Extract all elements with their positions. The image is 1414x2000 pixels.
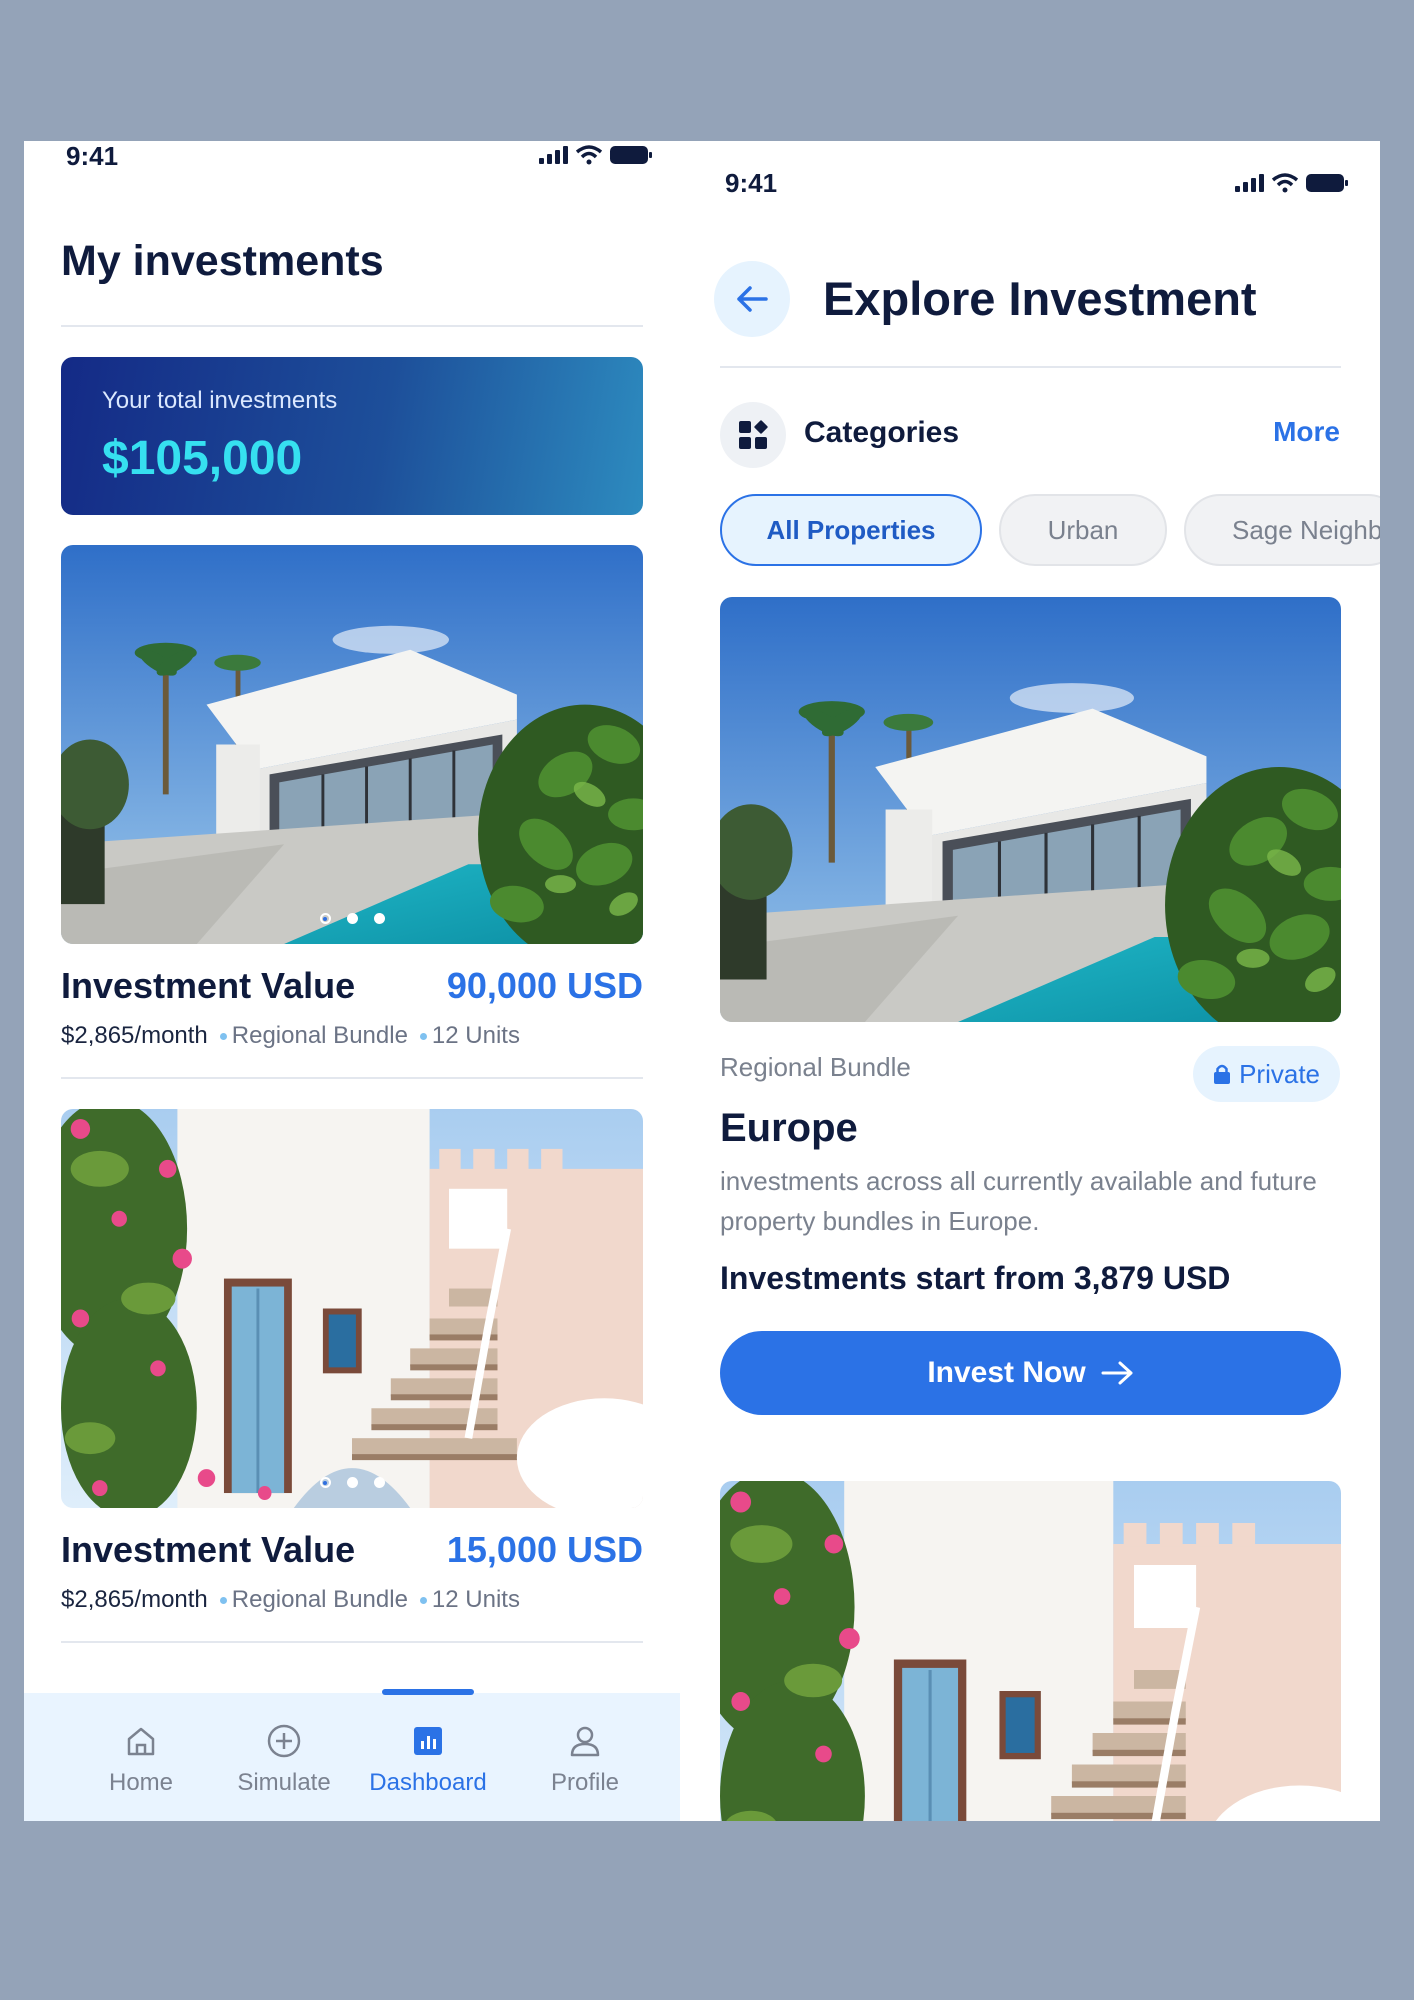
investment-value: 90,000 USD — [446, 965, 643, 1006]
carousel-dots — [61, 1477, 643, 1488]
back-button[interactable] — [714, 261, 790, 337]
bullet — [219, 1596, 227, 1604]
tab-label: Dashboard — [369, 1769, 487, 1796]
property-photo-villa[interactable] — [61, 545, 643, 944]
investment-title: Investment Value — [61, 1529, 356, 1570]
invest-now-label: Invest Now — [927, 1356, 1086, 1389]
page-title: My investments — [61, 237, 384, 285]
bundle-label: Regional Bundle — [231, 1022, 408, 1049]
tab-label: Profile — [550, 1769, 620, 1796]
plus-circle-icon — [266, 1723, 302, 1759]
arrow-left-icon — [737, 286, 768, 312]
region-name: Europe — [720, 1106, 858, 1150]
region-description: investments across all currently availab… — [720, 1166, 1317, 1236]
carousel-dot[interactable] — [373, 1477, 385, 1488]
explore-investment-screen: 9:41 Explore Investment Categories More … — [680, 141, 1380, 1821]
bar-chart-icon — [410, 1723, 446, 1759]
property-photo-mediterranean[interactable] — [720, 1481, 1341, 1821]
chip-all-properties[interactable]: All Properties — [720, 494, 982, 566]
investment-meta: $2,865/month Regional Bundle 12 Units — [61, 1586, 520, 1614]
divider — [61, 1077, 643, 1079]
status-bar: 9:41 — [680, 141, 1380, 198]
property-photo-mediterranean[interactable] — [61, 1109, 643, 1508]
carousel-dots — [61, 913, 643, 924]
units-label: 12 Units — [431, 1022, 520, 1049]
carousel-dot[interactable] — [346, 913, 358, 924]
total-value: $105,000 — [102, 432, 303, 485]
status-bar: 9:41 — [24, 141, 680, 181]
invest-now-button[interactable]: Invest Now — [720, 1331, 1341, 1415]
investment-meta: $2,865/month Regional Bundle 12 Units — [61, 1022, 520, 1050]
battery-icon — [1306, 174, 1348, 192]
private-badge: Private — [1193, 1046, 1340, 1102]
status-time: 9:41 — [725, 168, 778, 198]
categories-icon — [720, 402, 786, 468]
bundle-type: Regional Bundle — [720, 1052, 911, 1082]
categories-label: Categories — [804, 416, 960, 449]
home-icon — [123, 1723, 159, 1759]
investment-title: Investment Value — [61, 965, 356, 1006]
battery-icon — [610, 146, 652, 164]
divider — [61, 325, 643, 327]
monthly-amount: $2,865/month — [61, 1586, 208, 1613]
carousel-dot[interactable] — [373, 913, 385, 924]
chip-sage-neighborhood[interactable]: Sage Neighb — [1184, 494, 1380, 566]
wifi-icon — [1272, 173, 1298, 193]
status-time: 9:41 — [66, 141, 119, 171]
chip-urban[interactable]: Urban — [999, 494, 1167, 566]
tab-simulate[interactable]: Simulate — [219, 1693, 349, 1821]
page-title: Explore Investment — [823, 272, 1257, 325]
carousel-dot[interactable] — [319, 913, 331, 924]
tab-dashboard[interactable]: Dashboard — [363, 1693, 493, 1821]
bullet — [219, 1032, 227, 1040]
tab-profile[interactable]: Profile — [520, 1693, 650, 1821]
tab-label: Home — [108, 1769, 174, 1796]
divider — [720, 366, 1341, 368]
arrow-right-icon — [1101, 1361, 1133, 1385]
starting-price: Investments start from 3,879 USD — [720, 1260, 1231, 1296]
investment-value: 15,000 USD — [446, 1529, 643, 1570]
total-label: Your total investments — [102, 387, 338, 414]
property-photo-villa[interactable] — [720, 597, 1341, 1022]
carousel-dot[interactable] — [319, 1477, 331, 1488]
total-investments-card: Your total investments $105,000 — [61, 357, 643, 515]
units-label: 12 Units — [431, 1586, 520, 1613]
private-label: Private — [1239, 1058, 1320, 1089]
lock-icon — [1214, 1064, 1231, 1084]
monthly-amount: $2,865/month — [61, 1022, 208, 1049]
my-investments-screen: 9:41 My investments Your total investmen… — [24, 141, 680, 1821]
user-icon — [567, 1723, 603, 1759]
divider — [61, 1641, 643, 1643]
carousel-dot[interactable] — [346, 1477, 358, 1488]
cellular-signal-icon — [539, 146, 568, 164]
bottom-tab-bar: Home Simulate Dashboard Profile — [24, 1689, 680, 1821]
tab-home[interactable]: Home — [76, 1693, 206, 1821]
bullet — [419, 1032, 427, 1040]
cellular-signal-icon — [1235, 174, 1264, 192]
bullet — [419, 1596, 427, 1604]
wifi-icon — [576, 145, 602, 165]
bundle-label: Regional Bundle — [231, 1586, 408, 1613]
tab-label: Simulate — [237, 1769, 331, 1796]
more-link[interactable]: More — [1273, 416, 1340, 448]
